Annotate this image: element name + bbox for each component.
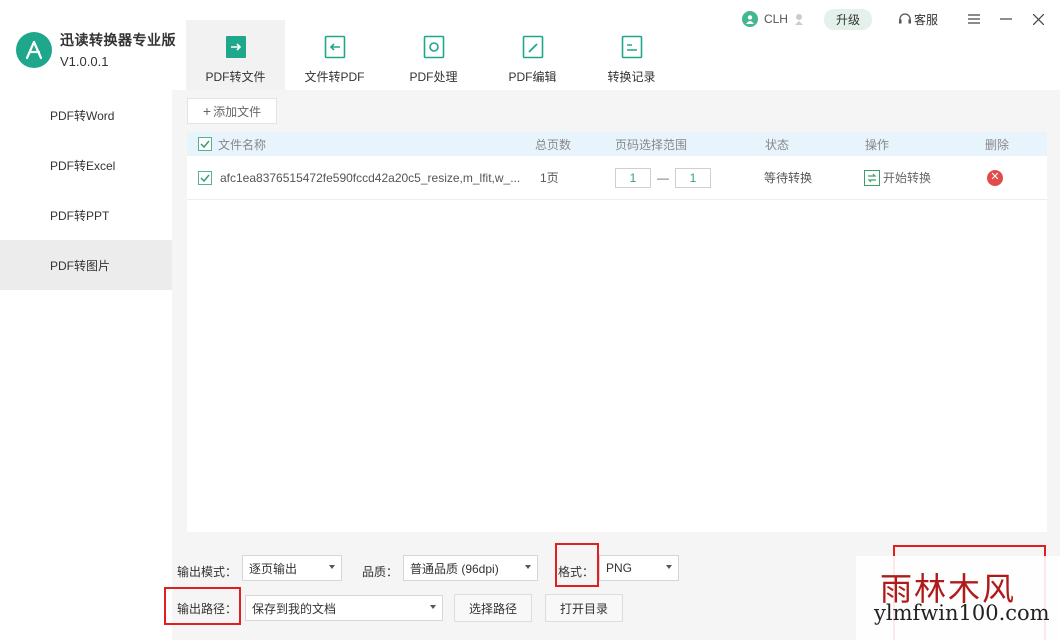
page-from-input[interactable]: 1 (615, 167, 651, 188)
file-table: 文件名称 总页数 页码选择范围 状态 操作 删除 afc1ea837651547… (187, 132, 1047, 532)
history-icon (620, 34, 644, 60)
pdf-to-file-icon (224, 34, 248, 60)
sidebar-item-word[interactable]: PDF转Word (0, 90, 172, 140)
row-status: 等待转换 (764, 171, 813, 185)
user-avatar-icon[interactable] (741, 11, 758, 27)
tab-history[interactable]: 转换记录 (582, 20, 681, 90)
close-button[interactable] (1022, 8, 1054, 30)
site-watermark: 雨林木风 ylmfwin100.com (856, 556, 1060, 640)
tab-pdf-edit[interactable]: PDF编辑 (483, 20, 582, 90)
dropdown-arrow-icon (525, 565, 531, 569)
quality-select[interactable]: 普通品质 (96dpi) (403, 555, 538, 581)
checkbox-checked-icon (198, 137, 212, 151)
service-label: 客服 (913, 12, 938, 27)
app-header: 迅读转换器专业版 V1.0.0.1 PDF转文件 文件转PDF PDF处理 PD… (0, 0, 1060, 90)
open-directory-button[interactable]: 打开目录 (545, 594, 623, 622)
dropdown-arrow-icon (329, 565, 335, 569)
add-file-button[interactable]: + 添加文件 (187, 98, 277, 124)
topbar-right: CLH 升级 客服 (741, 8, 1060, 30)
table-header: 文件名称 总页数 页码选择范围 状态 操作 删除 (187, 132, 1047, 156)
close-icon (1032, 13, 1044, 25)
format-value: PNG (606, 561, 633, 575)
delete-icon: ✕ (987, 169, 1003, 186)
sidebar: PDF转Word PDF转Excel PDF转PPT PDF转图片 (0, 90, 172, 640)
tab-label: PDF转文件 (205, 70, 266, 84)
output-mode-value: 逐页输出 (249, 561, 298, 576)
service-button[interactable]: 客服 (898, 11, 938, 28)
tab-label: PDF处理 (409, 70, 458, 84)
header-status: 状态 (765, 137, 790, 152)
plus-icon: + (202, 103, 212, 119)
vip-badge-icon (792, 12, 806, 26)
tab-label: PDF编辑 (508, 70, 557, 84)
tab-label: 文件转PDF (304, 70, 365, 84)
menu-icon (968, 14, 980, 24)
delete-row-button[interactable]: ✕ (987, 156, 1003, 199)
start-convert-button[interactable]: 开始转换 (864, 156, 931, 199)
format-label: 格式： (558, 564, 595, 579)
pdf-edit-icon (521, 34, 545, 60)
quality-label: 品质： (362, 564, 399, 579)
headset-icon (898, 13, 911, 24)
output-path-label: 输出路径： (177, 601, 238, 616)
output-mode-select[interactable]: 逐页输出 (242, 555, 342, 581)
dropdown-arrow-icon (666, 565, 672, 569)
header-delete: 删除 (985, 137, 1010, 152)
add-file-label: 添加文件 (213, 104, 262, 119)
app-logo-icon (16, 31, 52, 68)
header-action: 操作 (865, 137, 890, 152)
dropdown-arrow-icon (430, 605, 436, 609)
range-dash: — (657, 170, 669, 185)
page-to-value: 1 (689, 170, 697, 185)
output-path-select[interactable]: 保存到我的文档 (245, 595, 443, 621)
menu-button[interactable] (958, 8, 990, 30)
convert-icon (864, 169, 880, 186)
file-to-pdf-icon (323, 34, 347, 60)
app-title: 迅读转换器专业版 (60, 32, 176, 48)
tab-pdf-to-file[interactable]: PDF转文件 (186, 20, 285, 90)
choose-path-button[interactable]: 选择路径 (454, 594, 532, 622)
app-logo-block: 迅读转换器专业版 V1.0.0.1 (16, 30, 176, 69)
watermark-url-text: ylmfwin100.com (874, 601, 1050, 625)
sidebar-item-ppt[interactable]: PDF转PPT (0, 190, 172, 240)
select-all-checkbox[interactable] (198, 132, 212, 156)
page-to-input[interactable]: 1 (675, 167, 711, 188)
row-page-count: 1页 (540, 171, 559, 185)
sidebar-item-image[interactable]: PDF转图片 (0, 240, 172, 290)
sidebar-item-excel[interactable]: PDF转Excel (0, 140, 172, 190)
row-page-range: 1 — 1 (615, 156, 711, 199)
output-mode-label: 输出模式： (177, 564, 238, 579)
checkbox-checked-icon (198, 170, 212, 185)
row-file-name: afc1ea8376515472fe590fccd42a20c5_resize,… (220, 170, 521, 185)
quality-value: 普通品质 (96dpi) (410, 561, 499, 576)
header-pages: 总页数 (535, 137, 572, 152)
app-version: V1.0.0.1 (60, 54, 109, 69)
page-from-value: 1 (629, 170, 637, 185)
minimize-button[interactable] (990, 8, 1022, 30)
pdf-process-icon (422, 34, 446, 60)
tab-pdf-process[interactable]: PDF处理 (384, 20, 483, 90)
upgrade-button[interactable]: 升级 (823, 8, 872, 30)
table-row: afc1ea8376515472fe590fccd42a20c5_resize,… (187, 156, 1047, 200)
tab-label: 转换记录 (607, 70, 656, 84)
header-name: 文件名称 (218, 137, 267, 152)
output-path-value: 保存到我的文档 (252, 601, 337, 616)
format-select[interactable]: PNG (599, 555, 679, 581)
minimize-icon (1000, 18, 1012, 20)
header-range: 页码选择范围 (615, 137, 688, 152)
main-tabs: PDF转文件 文件转PDF PDF处理 PDF编辑 转换记录 (186, 20, 681, 90)
row-checkbox[interactable] (198, 156, 212, 199)
start-convert-label: 开始转换 (883, 171, 932, 185)
tab-file-to-pdf[interactable]: 文件转PDF (285, 20, 384, 90)
user-name[interactable]: CLH (764, 12, 788, 26)
